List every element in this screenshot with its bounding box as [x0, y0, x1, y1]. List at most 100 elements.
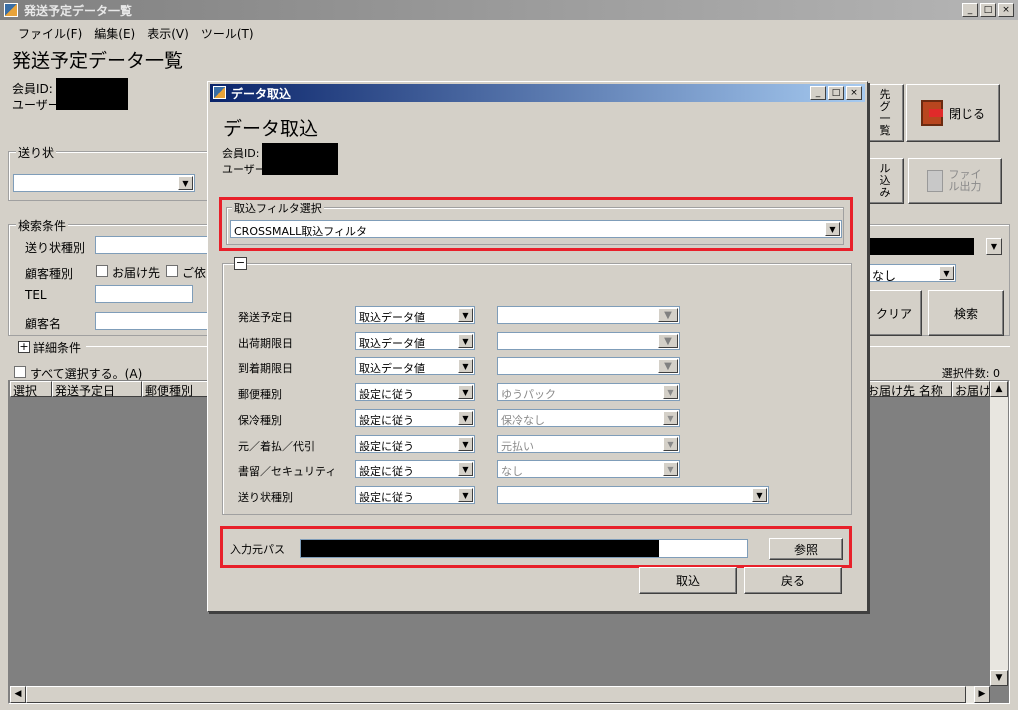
setting-label: 元／着払／代引: [238, 440, 315, 453]
menu-view[interactable]: 表示(V): [141, 22, 195, 42]
col-select[interactable]: 選択: [10, 381, 52, 398]
setting-mode-value: 取込データ値: [359, 362, 425, 375]
close-button[interactable]: 閉じる: [906, 84, 1000, 142]
input-path-field[interactable]: [300, 539, 748, 558]
setting-mode-combo[interactable]: 取込データ値 ▼: [355, 332, 475, 350]
dialog-app-icon: [213, 86, 226, 99]
setting-mode-value: 設定に従う: [359, 388, 414, 401]
menu-edit[interactable]: 編集(E): [88, 22, 141, 42]
setting-mode-combo[interactable]: 設定に従う ▼: [355, 383, 475, 401]
menu-bar: ファイル(F) 編集(E) 表示(V) ツール(T): [0, 22, 1018, 42]
scroll-right-icon[interactable]: ▶: [974, 686, 990, 703]
menu-tools[interactable]: ツール(T): [195, 22, 260, 42]
dialog-close-icon[interactable]: ×: [846, 86, 862, 100]
close-button-label: 閉じる: [948, 106, 985, 121]
hscroll-thumb[interactable]: [26, 686, 966, 703]
search-button[interactable]: 検索: [928, 290, 1004, 336]
minimize-icon[interactable]: _: [962, 3, 978, 17]
right-combo-arrow[interactable]: ▼: [986, 238, 1002, 255]
setting-mode-combo[interactable]: 設定に従う ▼: [355, 409, 475, 427]
setting-value: 元払い: [501, 440, 534, 453]
input-path-label: 入力元パス: [230, 543, 285, 556]
import-button[interactable]: 取込: [639, 567, 737, 594]
chevron-down-icon: ▼: [458, 334, 473, 348]
setting-label: 郵便種別: [238, 388, 282, 401]
member-id-redacted: [56, 78, 128, 94]
file-export-button: ファイル出力: [908, 158, 1002, 204]
label-customer-type: 顧客種別: [25, 267, 74, 281]
tel-input[interactable]: [95, 285, 193, 303]
dialog-minimize-icon[interactable]: _: [810, 86, 826, 100]
col-ship-date[interactable]: 発送予定日: [52, 381, 142, 398]
col-dest[interactable]: お届け先: [952, 381, 990, 397]
chevron-down-icon: ▼: [663, 411, 678, 425]
otodoke-checkbox[interactable]: [96, 265, 108, 277]
expand-icon[interactable]: +: [18, 341, 30, 353]
setting-mode-value: 取込データ値: [359, 311, 425, 324]
okurijo-group-label: 送り状: [16, 144, 57, 161]
filter-combo[interactable]: CROSSMALL取込フィルタ ▼: [230, 220, 842, 238]
clear-button-label: クリア: [875, 306, 912, 321]
chevron-down-icon: ▼: [458, 411, 473, 425]
dialog-title: データ取込: [231, 87, 292, 101]
collapse-icon[interactable]: −: [234, 257, 247, 270]
setting-date-picker[interactable]: ▼: [497, 332, 680, 350]
clear-button[interactable]: クリア: [866, 290, 922, 336]
okurijo-combo[interactable]: ▼: [13, 174, 195, 192]
setting-mode-value: 取込データ値: [359, 337, 425, 350]
exit-door-icon: [920, 100, 943, 126]
maximize-icon[interactable]: □: [980, 3, 996, 17]
setting-mode-combo[interactable]: 設定に従う ▼: [355, 435, 475, 453]
chevron-down-icon: ▼: [658, 334, 678, 348]
selected-count: 選択件数: 0: [941, 367, 1000, 380]
close-icon[interactable]: ×: [998, 3, 1014, 17]
setting-date-picker[interactable]: ▼: [497, 357, 680, 375]
grid-hscroll[interactable]: ◀ ▶: [10, 686, 990, 703]
customer-name-input[interactable]: [95, 312, 211, 330]
back-button[interactable]: 戻る: [744, 567, 842, 594]
setting-label: 到着期限日: [238, 362, 293, 375]
okurijo-type-input[interactable]: [95, 236, 211, 254]
setting-mode-combo[interactable]: 設定に従う ▼: [355, 460, 475, 478]
scroll-up-icon[interactable]: ▲: [990, 381, 1008, 397]
chevron-down-icon: ▼: [663, 437, 678, 451]
chevron-down-icon: ▼: [458, 488, 473, 502]
destination-list-label: 先グ一覧: [879, 87, 891, 138]
setting-value-combo[interactable]: ▼: [497, 486, 769, 504]
chevron-down-icon: ▼: [458, 308, 473, 322]
chevron-down-icon: ▼: [663, 462, 678, 476]
main-title: 発送予定データ一覧: [24, 4, 133, 18]
irai-checkbox[interactable]: [166, 265, 178, 277]
select-all-checkbox[interactable]: [14, 366, 26, 378]
right-status-value: なし: [872, 269, 897, 282]
scroll-down-icon[interactable]: ▼: [990, 670, 1008, 686]
file-import-button[interactable]: ル込み: [866, 158, 904, 204]
chevron-down-icon: ▼: [658, 308, 678, 322]
search-group-label: 検索条件: [16, 217, 69, 234]
col-dest-name[interactable]: お届け先 名称: [864, 381, 952, 398]
dialog-member-id-redacted: [262, 143, 338, 159]
right-combo-redacted: [868, 238, 974, 255]
browse-button[interactable]: 参照: [769, 538, 843, 560]
filter-combo-value: CROSSMALL取込フィルタ: [234, 225, 367, 238]
right-status-combo[interactable]: なし ▼: [868, 264, 956, 282]
destination-list-button[interactable]: 先グ一覧: [866, 84, 904, 142]
chevron-down-icon: ▼: [825, 222, 840, 236]
dialog-user-redacted: [262, 159, 338, 175]
setting-mode-combo[interactable]: 取込データ値 ▼: [355, 306, 475, 324]
setting-mode-value: 設定に従う: [359, 440, 414, 453]
input-path-redacted: [301, 540, 659, 557]
setting-mode-combo[interactable]: 取込データ値 ▼: [355, 357, 475, 375]
menu-file[interactable]: ファイル(F): [12, 22, 88, 42]
label-customer-name: 顧客名: [25, 317, 62, 331]
scroll-left-icon[interactable]: ◀: [10, 686, 26, 703]
setting-date-picker[interactable]: ▼: [497, 306, 680, 324]
chevron-down-icon: ▼: [663, 385, 678, 399]
chevron-down-icon: ▼: [458, 462, 473, 476]
grid-vscroll[interactable]: ▲ ▼: [990, 381, 1008, 686]
dialog-maximize-icon[interactable]: □: [828, 86, 844, 100]
setting-label: 送り状種別: [238, 491, 293, 504]
setting-mode-combo[interactable]: 設定に従う ▼: [355, 486, 475, 504]
label-tel: TEL: [25, 288, 47, 302]
main-heading: 発送予定データ一覧: [12, 50, 184, 72]
